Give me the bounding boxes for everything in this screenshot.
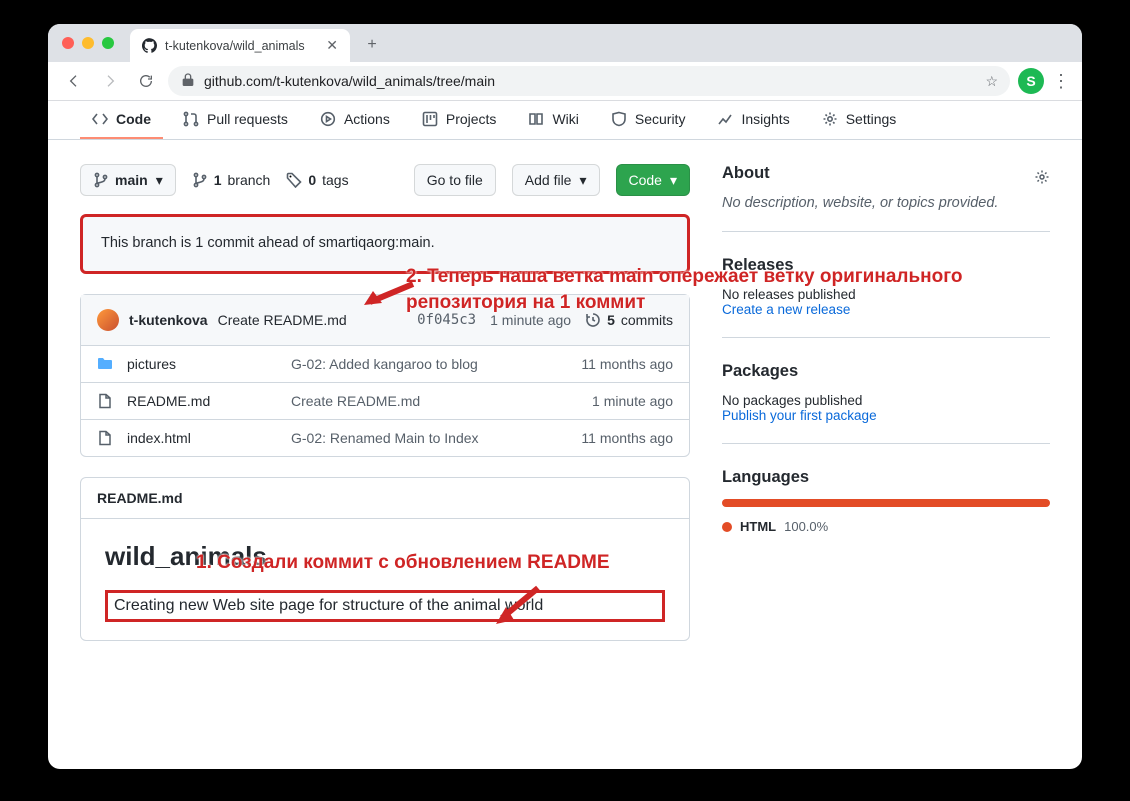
nav-pull-requests[interactable]: Pull requests [171, 101, 300, 139]
releases-heading: Releases [722, 256, 1050, 275]
commits-link[interactable]: 5 commits [585, 312, 673, 328]
browser-window: t-kutenkova/wild_animals ✕ + github.com/… [48, 24, 1082, 769]
tab-title: t-kutenkova/wild_animals [165, 39, 305, 53]
code-icon [92, 111, 108, 127]
caret-down-icon: ▾ [156, 172, 163, 189]
url-bar[interactable]: github.com/t-kutenkova/wild_animals/tree… [168, 66, 1010, 96]
window-controls [62, 37, 114, 49]
nav-actions[interactable]: Actions [308, 101, 402, 139]
browser-toolbar: github.com/t-kutenkova/wild_animals/tree… [48, 62, 1082, 101]
file-row[interactable]: README.md Create README.md 1 minute ago [81, 383, 689, 420]
history-icon [585, 312, 601, 328]
file-name[interactable]: pictures [127, 356, 277, 372]
readme-filename: README.md [81, 478, 689, 519]
nav-forward-button[interactable] [96, 67, 124, 95]
about-description: No description, website, or topics provi… [722, 195, 1050, 211]
profile-avatar[interactable]: S [1018, 68, 1044, 94]
github-icon [142, 38, 157, 53]
file-commit-message[interactable]: G-02: Added kangaroo to blog [291, 356, 567, 372]
repo-nav: Code Pull requests Actions Projects Wiki… [48, 101, 1082, 140]
wiki-icon [528, 111, 544, 127]
browser-tab[interactable]: t-kutenkova/wild_animals ✕ [130, 29, 350, 62]
file-commit-message[interactable]: Create README.md [291, 393, 578, 409]
branch-icon [93, 172, 109, 188]
lock-icon [180, 72, 196, 91]
nav-wiki[interactable]: Wiki [516, 101, 590, 139]
language-item[interactable]: HTML 100.0% [722, 519, 1050, 534]
file-row[interactable]: pictures G-02: Added kangaroo to blog 11 m… [81, 346, 689, 383]
nav-insights[interactable]: Insights [705, 101, 801, 139]
window-maximize[interactable] [102, 37, 114, 49]
reload-button[interactable] [132, 67, 160, 95]
page: Code Pull requests Actions Projects Wiki… [48, 101, 1082, 769]
branches-link[interactable]: 1 branch [192, 172, 271, 188]
url-text: github.com/t-kutenkova/wild_animals/tree… [204, 73, 495, 89]
file-icon [97, 430, 113, 446]
nav-security[interactable]: Security [599, 101, 698, 139]
caret-down-icon: ▾ [579, 172, 586, 189]
file-name[interactable]: README.md [127, 393, 277, 409]
window-minimize[interactable] [82, 37, 94, 49]
titlebar: t-kutenkova/wild_animals ✕ + [48, 24, 1082, 62]
projects-icon [422, 111, 438, 127]
nav-code[interactable]: Code [80, 101, 163, 139]
readme-heading: wild_animals [105, 541, 665, 572]
gear-icon [822, 111, 838, 127]
nav-settings[interactable]: Settings [810, 101, 909, 139]
commit-sha[interactable]: 0f045c3 [417, 312, 476, 328]
shield-icon [611, 111, 627, 127]
branch-icon [192, 172, 208, 188]
commit-author[interactable]: t-kutenkova [129, 312, 208, 328]
tag-icon [286, 172, 302, 188]
folder-icon [97, 356, 113, 372]
new-tab-button[interactable]: + [358, 31, 386, 59]
bookmark-star-icon[interactable]: ☆ [985, 73, 998, 90]
insights-icon [717, 111, 733, 127]
publish-package-link[interactable]: Publish your first package [722, 408, 1050, 423]
latest-commit-bar: t-kutenkova Create README.md 0f045c3 1 m… [81, 295, 689, 346]
about-heading: About [722, 164, 770, 183]
browser-menu-button[interactable]: ⋮ [1052, 71, 1070, 92]
commit-when: 1 minute ago [490, 312, 571, 328]
code-button[interactable]: Code▾ [616, 164, 691, 196]
releases-none: No releases published [722, 287, 1050, 302]
packages-none: No packages published [722, 393, 1050, 408]
file-row[interactable]: index.html G-02: Renamed Main to Index 11 … [81, 420, 689, 456]
files-box: t-kutenkova Create README.md 0f045c3 1 m… [80, 294, 690, 457]
create-release-link[interactable]: Create a new release [722, 302, 1050, 317]
pull-request-icon [183, 111, 199, 127]
packages-heading: Packages [722, 362, 1050, 381]
readme-description: Creating new Web site page for structure… [105, 590, 665, 622]
caret-down-icon: ▾ [670, 172, 677, 189]
tab-close-icon[interactable]: ✕ [326, 37, 338, 54]
readme-box: README.md wild_animals Creating new Web … [80, 477, 690, 641]
avatar[interactable] [97, 309, 119, 331]
file-when: 11 months ago [581, 356, 673, 372]
language-bar [722, 499, 1050, 507]
tags-link[interactable]: 0 tags [286, 172, 348, 188]
about-settings-gear-icon[interactable] [1034, 169, 1050, 190]
file-when: 1 minute ago [592, 393, 673, 409]
file-commit-message[interactable]: G-02: Renamed Main to Index [291, 430, 567, 446]
main-column: main ▾ 1 branch 0 tags Go to file [80, 164, 690, 641]
go-to-file-button[interactable]: Go to file [414, 164, 496, 196]
file-when: 11 months ago [581, 430, 673, 446]
languages-heading: Languages [722, 468, 1050, 487]
file-name[interactable]: index.html [127, 430, 277, 446]
window-close[interactable] [62, 37, 74, 49]
actions-icon [320, 111, 336, 127]
nav-back-button[interactable] [60, 67, 88, 95]
language-color-dot [722, 522, 732, 532]
add-file-button[interactable]: Add file▾ [512, 164, 600, 196]
branch-selector[interactable]: main ▾ [80, 164, 176, 196]
file-icon [97, 393, 113, 409]
sidebar: About No description, website, or topics… [714, 164, 1050, 641]
commit-message[interactable]: Create README.md [218, 312, 347, 328]
nav-projects[interactable]: Projects [410, 101, 509, 139]
branch-status-notice: This branch is 1 commit ahead of smartiq… [80, 214, 690, 274]
